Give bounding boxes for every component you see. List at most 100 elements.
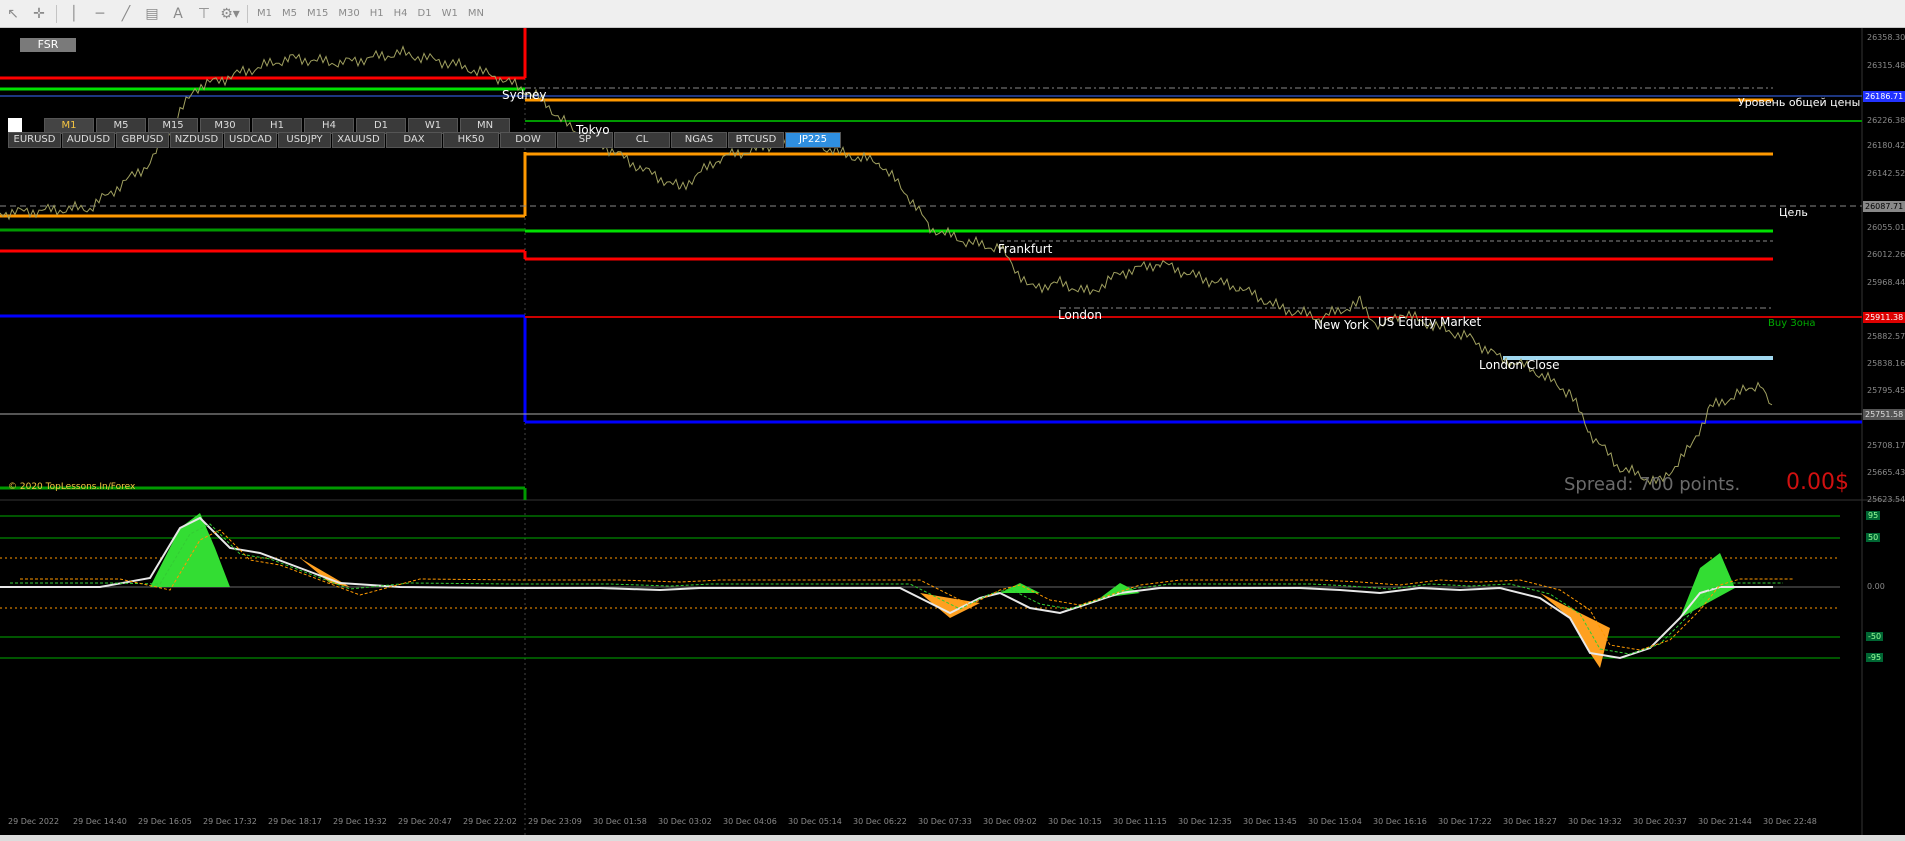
time-axis-label: 29 Dec 20:47 [398, 817, 452, 826]
time-axis-label: 30 Dec 19:32 [1568, 817, 1622, 826]
price-tag-blue: 26186.71 [1863, 91, 1905, 102]
time-axis-label: 30 Dec 22:48 [1763, 817, 1817, 826]
session-label-london-close: London Close [1479, 358, 1560, 372]
symbol-button-usdjpy[interactable]: USDJPY [278, 132, 331, 148]
time-axis-label: 30 Dec 10:15 [1048, 817, 1102, 826]
symbol-panel: EURUSD AUDUSD GBPUSD NZDUSD USDCAD USDJP… [8, 132, 841, 148]
horizontal-line-icon[interactable]: ─ [87, 3, 113, 25]
session-label-tokyo: Tokyo [576, 123, 610, 137]
price-axis-label: 25623.54 [1867, 495, 1905, 504]
symbol-button-xauusd[interactable]: XAUUSD [332, 132, 385, 148]
divider [247, 4, 248, 23]
trendline-icon[interactable]: ╱ [113, 3, 139, 25]
general-price-level-label: Уровень общей цены [1738, 96, 1861, 109]
copyright-label: © 2020 TopLessons.In/Forex [8, 482, 136, 492]
time-axis-label: 30 Dec 16:16 [1373, 817, 1427, 826]
time-axis-label: 29 Dec 17:32 [203, 817, 257, 826]
time-axis-label: 30 Dec 18:27 [1503, 817, 1557, 826]
time-axis-label: 29 Dec 2022 [8, 817, 60, 826]
toolbar-tf-h1[interactable]: H1 [365, 4, 389, 24]
time-axis-label: 29 Dec 19:32 [333, 817, 387, 826]
symbol-button-jp225[interactable]: JP225 [785, 132, 841, 148]
time-axis-label: 30 Dec 12:35 [1178, 817, 1232, 826]
crosshair-icon[interactable]: ✛ [26, 3, 52, 25]
symbol-button-dow[interactable]: DOW [500, 132, 556, 148]
symbol-button-cl[interactable]: CL [614, 132, 670, 148]
session-label-us-equity: US Equity Market [1378, 315, 1482, 329]
cursor-icon[interactable]: ↖ [0, 3, 26, 25]
price-axis-label: 26315.48 [1867, 61, 1905, 70]
channel-icon[interactable]: ▤ [139, 3, 165, 25]
symbol-button-dax[interactable]: DAX [386, 132, 442, 148]
time-axis-label: 30 Dec 17:22 [1438, 817, 1492, 826]
time-axis-label: 30 Dec 06:22 [853, 817, 907, 826]
fsr-button[interactable]: FSR [20, 38, 76, 52]
price-axis-label: 26358.30 [1867, 33, 1905, 42]
chart-area[interactable]: FSR M1 M5 M15 M30 H1 H4 D1 W1 MN EURUSD … [0, 28, 1905, 841]
buy-zone-label: Buy Зона [1768, 318, 1816, 329]
toolbar-tf-w1[interactable]: W1 [437, 4, 463, 24]
chart-tabs-bar[interactable] [0, 835, 1905, 841]
toolbar-tf-m5[interactable]: M5 [277, 4, 302, 24]
time-axis-label: 29 Dec 22:02 [463, 817, 517, 826]
indicator-signal-orange [20, 529, 1793, 651]
symbol-button-gbpusd[interactable]: GBPUSD [116, 132, 169, 148]
time-axis-label: 29 Dec 23:09 [528, 817, 582, 826]
toolbar-tf-d1[interactable]: D1 [413, 4, 437, 24]
time-axis-label: 30 Dec 07:33 [918, 817, 972, 826]
symbol-button-btcusd[interactable]: BTCUSD [728, 132, 784, 148]
time-axis-label: 29 Dec 16:05 [138, 817, 192, 826]
time-axis-label: 30 Dec 05:14 [788, 817, 842, 826]
toolbar-tf-m30[interactable]: M30 [333, 4, 364, 24]
price-axis-label: 26012.26 [1867, 250, 1905, 259]
time-axis-label: 30 Dec 03:02 [658, 817, 712, 826]
time-axis-label: 30 Dec 01:58 [593, 817, 647, 826]
toolbar-tf-mn[interactable]: MN [463, 4, 489, 24]
text-icon[interactable]: A [165, 3, 191, 25]
price-axis-label: 26226.38 [1867, 116, 1905, 125]
toolbar-tf-h4[interactable]: H4 [389, 4, 413, 24]
indicator-level-label: -50 [1866, 632, 1884, 641]
price-axis-label: 25838.16 [1867, 359, 1905, 368]
symbol-button-nzdusd[interactable]: NZDUSD [170, 132, 223, 148]
price-tag-grey: 26087.71 [1863, 201, 1905, 212]
symbol-button-usdcad[interactable]: USDCAD [224, 132, 277, 148]
time-axis-label: 29 Dec 14:40 [73, 817, 127, 826]
time-axis-label: 29 Dec 18:17 [268, 817, 322, 826]
spread-label: Spread: 700 points. [1564, 474, 1741, 495]
price-series [0, 45, 1773, 486]
time-axis-label: 30 Dec 04:06 [723, 817, 777, 826]
indicator-level-label: 0.00 [1867, 582, 1885, 591]
shapes-icon[interactable]: ⚙▾ [217, 3, 243, 25]
symbol-button-eurusd[interactable]: EURUSD [8, 132, 61, 148]
symbol-button-hk50[interactable]: HK50 [443, 132, 499, 148]
price-axis-label: 26055.01 [1867, 223, 1905, 232]
price-axis-label: 25882.57 [1867, 332, 1905, 341]
timeframe-toolbar: M1 M5 M15 M30 H1 H4 D1 W1 MN [252, 4, 489, 24]
price-axis-label: 25968.44 [1867, 278, 1905, 287]
time-axis-label: 30 Dec 11:15 [1113, 817, 1167, 826]
time-axis-label: 30 Dec 21:44 [1698, 817, 1752, 826]
symbol-button-audusd[interactable]: AUDUSD [62, 132, 115, 148]
session-label-sydney: Sydney [502, 88, 547, 102]
time-axis-label: 30 Dec 09:02 [983, 817, 1037, 826]
price-axis-label: 25665.43 [1867, 468, 1905, 477]
price-tag-current: 25751.58 [1863, 409, 1905, 420]
session-label-frankfurt: Frankfurt [998, 242, 1053, 256]
vertical-line-icon[interactable]: │ [61, 3, 87, 25]
indicator-orange-fill [300, 558, 1610, 668]
price-axis-label: 26180.42 [1867, 141, 1905, 150]
price-axis-label: 25795.45 [1867, 386, 1905, 395]
price-axis-label: 25708.17 [1867, 441, 1905, 450]
symbol-button-ngas[interactable]: NGAS [671, 132, 727, 148]
tf-checkbox[interactable] [8, 118, 22, 132]
target-label: Цель [1779, 206, 1808, 219]
indicator-level-label: 95 [1866, 511, 1881, 520]
chart-toolbar: ↖ ✛ │ ─ ╱ ▤ A ⊤ ⚙▾ M1 M5 M15 M30 H1 H4 D… [0, 0, 1905, 28]
label-icon[interactable]: ⊤ [191, 3, 217, 25]
time-axis-label: 30 Dec 15:04 [1308, 817, 1362, 826]
indicator-level-label: 50 [1866, 533, 1881, 542]
profit-label: 0.00$ [1786, 470, 1849, 495]
toolbar-tf-m15[interactable]: M15 [302, 4, 333, 24]
toolbar-tf-m1[interactable]: M1 [252, 4, 277, 24]
